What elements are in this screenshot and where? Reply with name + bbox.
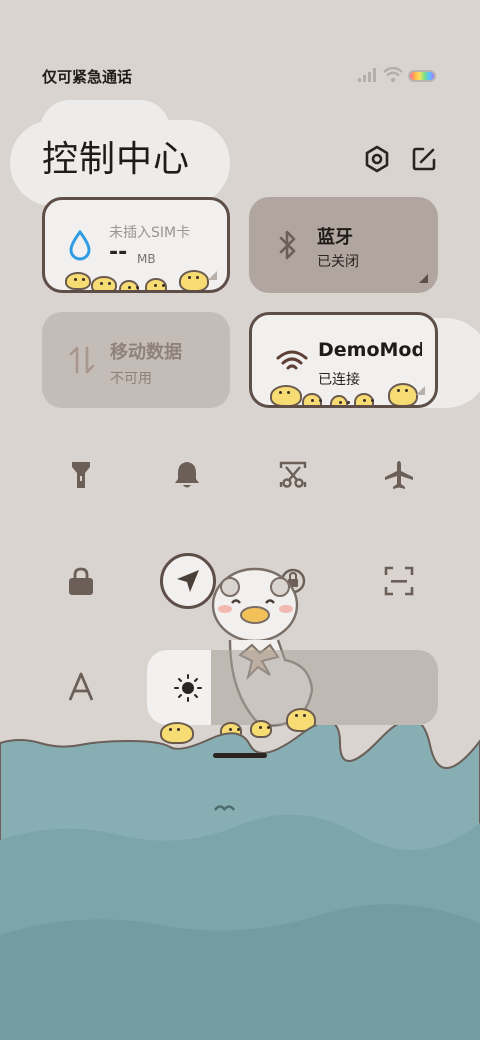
- drag-handle[interactable]: [213, 753, 267, 758]
- chick-decoration: [302, 393, 322, 405]
- settings-hex-icon[interactable]: [362, 144, 392, 174]
- bluetooth-status: 已关闭: [317, 254, 359, 270]
- bluetooth-label: 蓝牙: [317, 227, 353, 248]
- scissors-screenshot-icon: [279, 461, 307, 488]
- flashlight-icon: [72, 462, 90, 488]
- wifi-network-label: DemoMod: [318, 339, 422, 361]
- bluetooth-tile[interactable]: 蓝牙 已关闭: [249, 197, 438, 293]
- data-usage-unit: MB: [137, 252, 156, 266]
- wifi-icon: [383, 67, 403, 83]
- wifi-tile[interactable]: DemoMod 已连接: [249, 312, 438, 408]
- chick-decoration: [179, 270, 209, 290]
- lock-toggle[interactable]: [57, 557, 105, 605]
- font-size-icon[interactable]: [66, 672, 96, 702]
- sun-icon: [174, 674, 202, 702]
- airplane-icon: [385, 461, 413, 489]
- chick-decoration: [330, 395, 348, 405]
- expand-corner-icon: [419, 274, 428, 283]
- scan-toggle[interactable]: [375, 557, 423, 605]
- chick-decoration: [119, 280, 139, 290]
- sim-status-label: 未插入SIM卡: [109, 225, 191, 241]
- chick-decoration: [91, 276, 117, 290]
- wifi-status: 已连接: [318, 372, 360, 388]
- location-arrow-icon: [177, 570, 199, 592]
- wifi-icon: [276, 350, 308, 370]
- chick-decoration: [145, 278, 167, 290]
- chick-decoration: [388, 383, 418, 405]
- bluetooth-icon: [279, 230, 296, 260]
- screenshot-toggle[interactable]: [269, 451, 317, 499]
- airplane-toggle[interactable]: [375, 451, 423, 499]
- mobile-data-tile[interactable]: 移动数据 不可用: [42, 312, 230, 408]
- chick-decoration: [270, 385, 302, 405]
- mobile-data-label: 移动数据: [110, 342, 182, 363]
- data-usage-tile[interactable]: 未插入SIM卡 -- MB: [42, 197, 230, 293]
- edit-icon[interactable]: [409, 144, 439, 174]
- battery-icon: [408, 70, 436, 82]
- expand-corner-icon: [416, 386, 425, 395]
- mobile-data-icon: [69, 346, 95, 374]
- chick-decoration: [65, 272, 91, 290]
- scan-icon: [384, 566, 414, 596]
- lock-icon: [69, 567, 93, 595]
- flashlight-toggle[interactable]: [57, 451, 105, 499]
- data-usage-value: --: [109, 240, 128, 265]
- chick-decoration: [354, 393, 374, 405]
- signal-icon: [358, 68, 376, 82]
- expand-corner-icon: [208, 271, 217, 280]
- page-title: 控制中心: [42, 139, 191, 180]
- water-drop-icon: [69, 230, 91, 261]
- carrier-status: 仅可紧急通话: [42, 68, 133, 86]
- water-background-illustration: [0, 725, 480, 1040]
- bell-icon: [175, 462, 199, 488]
- mobile-data-status: 不可用: [110, 371, 152, 387]
- ring-toggle[interactable]: [163, 451, 211, 499]
